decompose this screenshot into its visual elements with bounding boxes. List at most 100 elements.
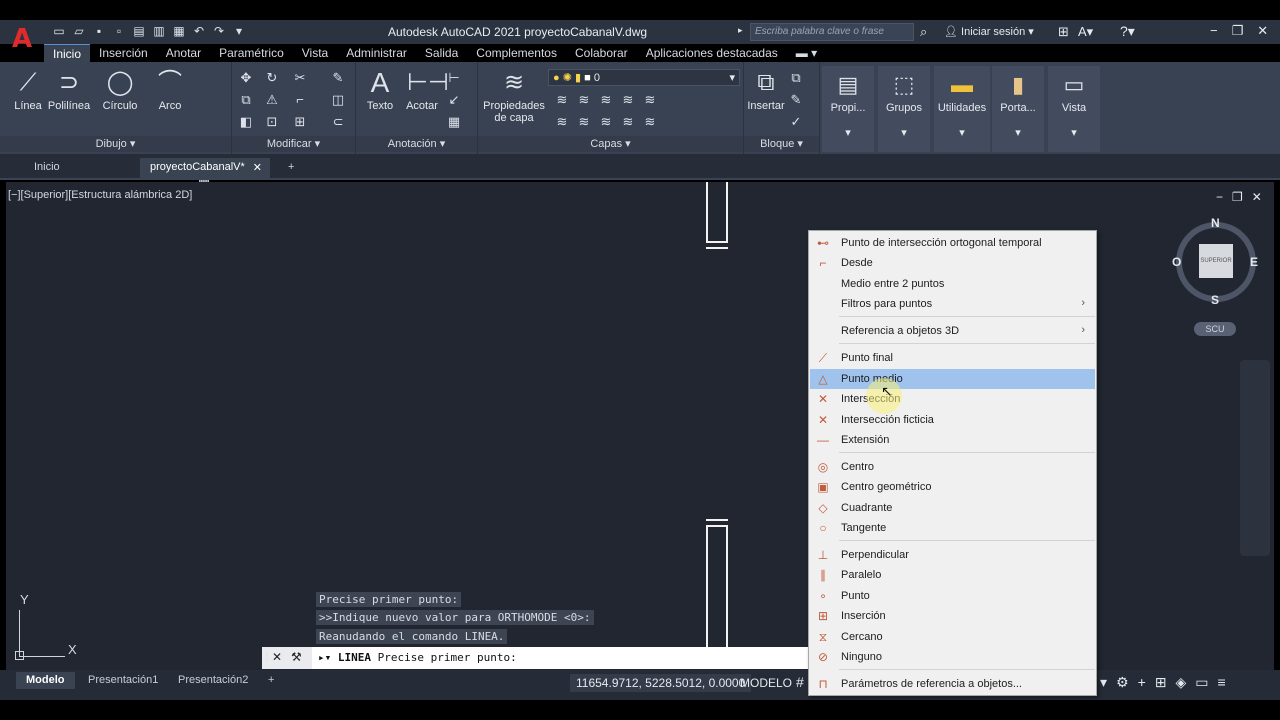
linear-dim-icon[interactable]: ⊢ [446, 70, 462, 86]
tab-parametrico[interactable]: Paramétrico [210, 44, 293, 62]
open-file-icon[interactable]: ▱ [72, 24, 86, 38]
command-grip-icon[interactable]: ⁞ [265, 650, 268, 664]
tab-start[interactable]: Inicio [24, 158, 70, 178]
autocad-logo-icon[interactable]: A [12, 26, 38, 52]
plot-icon[interactable]: ▦ [172, 24, 186, 38]
viewport-controls-label[interactable]: [−][Superior][Estructura alámbrica 2D] [8, 189, 192, 201]
search-icon[interactable]: ⌕ [920, 24, 927, 40]
viewcube[interactable]: SUPERIOR [1199, 244, 1233, 278]
menu-item-quadrant[interactable]: ◇ Cuadrante [810, 498, 1095, 518]
menu-item-mid-between[interactable]: Medio entre 2 puntos [810, 274, 1095, 294]
stretch-icon[interactable]: ◧ [238, 114, 254, 130]
tab-insercion[interactable]: Inserción [90, 44, 157, 62]
menu-item-perpendicular[interactable]: ⊥ Perpendicular [810, 545, 1095, 565]
model-space-toggle[interactable]: MODELO [736, 674, 796, 692]
help-search-input[interactable]: Escriba palabra clave o frase [750, 23, 914, 41]
compass-east[interactable]: E [1250, 255, 1258, 269]
layer-dropdown[interactable]: ● ✺ ▮ ■ 0 ▾ [548, 69, 740, 86]
layer-tool-icon[interactable]: ≋ [598, 92, 614, 108]
save-as-icon[interactable]: ▫ [112, 24, 126, 38]
tab-colaborar[interactable]: Colaborar [566, 44, 637, 62]
compass-south[interactable]: S [1211, 293, 1219, 307]
menu-item-none[interactable]: ⊘ Ninguno [810, 647, 1095, 667]
menu-item-temp-track[interactable]: ⊷ Punto de intersección ortogonal tempora… [810, 233, 1095, 253]
command-close-icon[interactable]: ✕ [272, 650, 282, 664]
menu-item-geometric-center[interactable]: ▣ Centro geométrico [810, 477, 1095, 497]
ucs-menu[interactable]: SCU [1194, 322, 1236, 336]
block-attr-icon[interactable]: ✓ [788, 114, 804, 130]
menu-item-midpoint[interactable]: △ Punto medio [810, 369, 1095, 389]
tab-anotar[interactable]: Anotar [157, 44, 210, 62]
gear-icon[interactable]: ⚙︎ [1116, 674, 1129, 691]
command-recent-icon[interactable]: ▸▾ [318, 651, 338, 664]
vp-minimize-icon[interactable]: − [1216, 190, 1223, 204]
add-layout-button[interactable]: + [258, 672, 284, 689]
expand-icon[interactable]: ▸ [738, 25, 743, 36]
new-tab-button[interactable]: + [278, 158, 304, 178]
close-tab-icon[interactable]: ✕ [253, 161, 262, 174]
layout-tab-1[interactable]: Presentación1 [78, 672, 168, 689]
cart-icon[interactable]: ⊞ [1058, 24, 1069, 40]
help-icon[interactable]: ?▾ [1120, 23, 1135, 40]
menu-item-insertion[interactable]: ⊞ Inserción [810, 606, 1095, 626]
menu-item-node[interactable]: ∘ Punto [810, 586, 1095, 606]
layer-tool-icon[interactable]: ≋ [554, 92, 570, 108]
navigation-bar[interactable] [1240, 360, 1270, 556]
rotate-icon[interactable]: ↻ [264, 70, 280, 86]
tab-administrar[interactable]: Administrar [337, 44, 416, 62]
new-file-icon[interactable]: ▭ [52, 24, 66, 38]
dimension-button[interactable]: ⊢⊣ Acotar [402, 68, 449, 112]
layer-tool-icon[interactable]: ≋ [642, 92, 658, 108]
layer-tool-icon[interactable]: ≋ [598, 114, 614, 130]
line-button[interactable]: ⟋ Línea [10, 68, 46, 112]
layer-tool-icon[interactable]: ≋ [620, 114, 636, 130]
menu-item-3d-osnap[interactable]: Referencia a objetos 3D › [810, 321, 1095, 341]
array-icon[interactable]: ⊞ [292, 114, 308, 130]
panel-title-bloque[interactable]: Bloque ▾ [744, 136, 819, 152]
autodesk-app-icon[interactable]: A▾ [1078, 24, 1093, 40]
tab-salida[interactable]: Salida [416, 44, 467, 62]
layer-tool-icon[interactable]: ≋ [642, 114, 658, 130]
trim-icon[interactable]: ✂ [292, 70, 308, 86]
menu-item-osnap-settings[interactable]: ⊓ Parámetros de referencia a objetos... [810, 674, 1095, 694]
panel-title-dibujo[interactable]: Dibujo ▾ [0, 136, 231, 152]
polyline-button[interactable]: ⊃ Polilínea [46, 68, 92, 112]
table-icon[interactable]: ▦ [446, 114, 462, 130]
panel-vista[interactable]: ▭ Vista ▾ [1048, 66, 1100, 152]
text-button[interactable]: A Texto [362, 68, 398, 113]
customize-icon[interactable]: ≡ [1218, 674, 1226, 691]
insert-block-button[interactable]: ⧉ Insertar [746, 68, 786, 112]
layer-tool-icon[interactable]: ≋ [576, 114, 592, 130]
menu-item-endpoint[interactable]: ⟋ Punto final [810, 348, 1095, 368]
erase-icon[interactable]: ✎ [330, 70, 346, 86]
qat-dropdown-icon[interactable]: ▾ [232, 24, 246, 38]
menu-item-extension[interactable]: — Extensión [810, 430, 1095, 450]
tab-aplicaciones[interactable]: Aplicaciones destacadas [637, 44, 787, 62]
menu-item-point-filters[interactable]: Filtros para puntos › [810, 294, 1095, 314]
clean-screen-icon[interactable]: ▭ [1195, 674, 1208, 691]
tab-inicio[interactable]: Inicio [44, 44, 91, 62]
panel-utilidades[interactable]: ▬ Utilidades ▾ [934, 66, 990, 152]
command-customize-icon[interactable]: ⚒ [291, 650, 302, 664]
compass-west[interactable]: O [1172, 255, 1181, 269]
leader-icon[interactable]: ↙ [446, 92, 462, 108]
fillet-icon[interactable]: ⌐ [292, 92, 308, 108]
layout-tab-2[interactable]: Presentación2 [168, 672, 258, 689]
open-web-icon[interactable]: ▤ [132, 24, 146, 38]
menu-item-center[interactable]: ◎ Centro [810, 457, 1095, 477]
command-input[interactable]: ▸▾ LINEA Precise primer punto: [312, 647, 808, 669]
layer-tool-icon[interactable]: ≋ [554, 114, 570, 130]
layer-properties-button[interactable]: ≋ Propiedades de capa [482, 68, 546, 124]
panel-propiedades[interactable]: ▤ Propi... ▾ [822, 66, 874, 152]
close-icon[interactable]: ✕ [1257, 23, 1268, 39]
panel-portapapeles[interactable]: ▮ Porta... ▾ [992, 66, 1044, 152]
panel-title-modificar[interactable]: Modificar ▾ [232, 136, 355, 152]
layout-tab-model[interactable]: Modelo [16, 672, 75, 689]
menu-item-apparent-intersection[interactable]: ✕ Intersección ficticia [810, 410, 1095, 430]
restore-icon[interactable]: ❐ [1232, 23, 1244, 39]
sign-in-button[interactable]: 👤︎ Iniciar sesión ▾ [944, 25, 1034, 38]
undo-icon[interactable]: ↶ [192, 24, 206, 38]
minimize-icon[interactable]: − [1210, 23, 1218, 39]
menu-item-nearest[interactable]: ⧖ Cercano [810, 627, 1095, 647]
save-web-icon[interactable]: ▥ [152, 24, 166, 38]
